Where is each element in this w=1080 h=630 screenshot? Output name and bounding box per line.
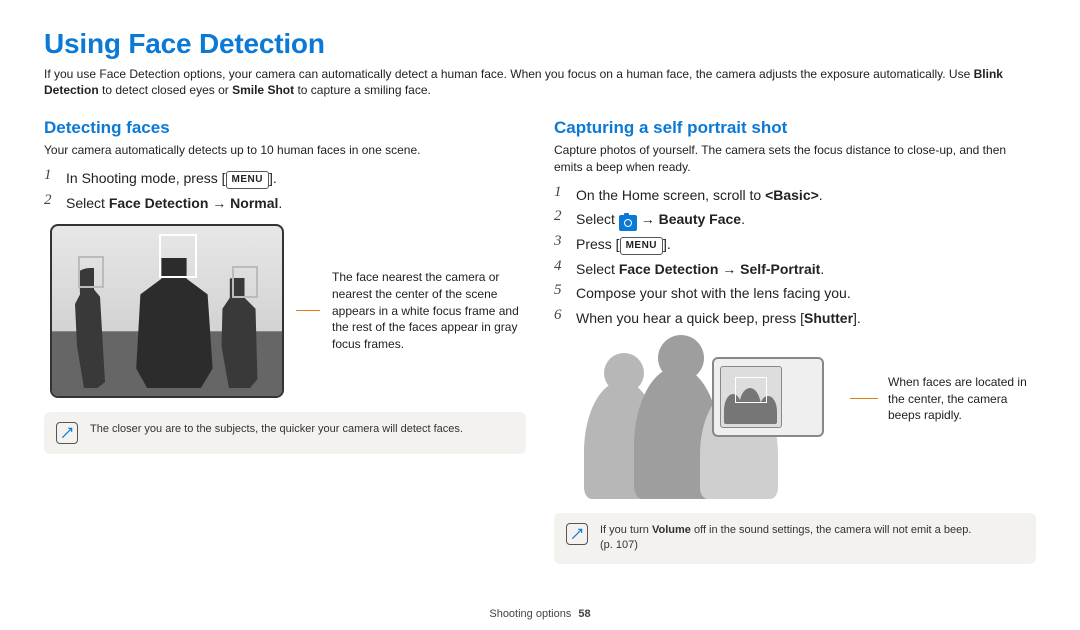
step-bold: Beauty Face [659, 211, 741, 227]
left-step-2: 2 Select Face Detection → Normal. [44, 192, 526, 214]
left-tip-text: The closer you are to the subjects, the … [90, 422, 463, 437]
tip-post: off in the sound settings, the camera wi… [691, 524, 971, 536]
note-icon [566, 523, 588, 545]
left-column: Detecting faces Your camera automaticall… [44, 118, 526, 563]
selfie-illustration [580, 339, 840, 499]
left-figure: The face nearest the camera or nearest t… [50, 224, 526, 398]
step-text: In Shooting mode, press [ [66, 170, 226, 186]
self-portrait-desc: Capture photos of yourself. The camera s… [554, 142, 1036, 176]
step-text-post: ]. [269, 170, 277, 186]
focus-frame-white [159, 234, 197, 278]
camera-screen [720, 366, 782, 428]
page-footer: Shooting options 58 [0, 608, 1080, 620]
self-portrait-heading: Capturing a self portrait shot [554, 118, 1036, 138]
right-tip: If you turn Volume off in the sound sett… [554, 513, 1036, 564]
detecting-faces-heading: Detecting faces [44, 118, 526, 138]
intro-pre: If you use Face Detection options, your … [44, 67, 974, 81]
right-step-5: 5 Compose your shot with the lens facing… [554, 282, 1036, 304]
step-number: 6 [554, 307, 576, 324]
step-text-post: . [820, 261, 824, 277]
right-figure: When faces are located in the center, th… [580, 339, 1036, 499]
tip-bold: Volume [652, 524, 691, 536]
step-number: 1 [554, 184, 576, 201]
focus-frame-white [735, 377, 767, 403]
step-text: Compose your shot with the lens facing y… [576, 282, 851, 304]
intro-post: to capture a smiling face. [294, 83, 431, 97]
page-title: Using Face Detection [44, 28, 1036, 60]
menu-button-icon: MENU [226, 171, 269, 189]
footer-section: Shooting options [489, 608, 571, 620]
step-text: Select [66, 195, 109, 211]
footer-page-number: 58 [578, 608, 590, 620]
viewfinder-illustration [50, 224, 284, 398]
detecting-faces-desc: Your camera automatically detects up to … [44, 142, 526, 159]
intro-bold2: Smile Shot [232, 83, 294, 97]
step-number: 5 [554, 282, 576, 299]
note-icon [56, 422, 78, 444]
step-text-post: . [741, 211, 745, 227]
intro-mid: to detect closed eyes or [99, 83, 232, 97]
right-step-4: 4 Select Face Detection → Self-Portrait. [554, 258, 1036, 280]
left-tip: The closer you are to the subjects, the … [44, 412, 526, 454]
camera-mode-icon [619, 215, 637, 231]
step-number: 2 [44, 192, 66, 209]
right-step-2: 2 Select → Beauty Face. [554, 208, 1036, 231]
menu-button-icon: MENU [620, 237, 663, 255]
left-callout: The face nearest the camera or nearest t… [332, 269, 526, 353]
left-steps: 1 In Shooting mode, press [MENU]. 2 Sele… [44, 167, 526, 214]
step-text-post: . [278, 195, 282, 211]
step-number: 1 [44, 167, 66, 184]
right-tip-text: If you turn Volume off in the sound sett… [600, 523, 971, 554]
callout-line-icon [296, 310, 320, 311]
camera-rear-illustration [712, 357, 824, 437]
step-bold: Shutter [804, 310, 853, 326]
step-text-post: . [819, 187, 823, 203]
step-number: 3 [554, 233, 576, 250]
step-number: 4 [554, 258, 576, 275]
step-text: Select [576, 261, 619, 277]
step-text-post: ]. [663, 236, 671, 252]
left-step-1: 1 In Shooting mode, press [MENU]. [44, 167, 526, 189]
right-steps: 1 On the Home screen, scroll to <Basic>.… [554, 184, 1036, 329]
focus-frame-gray [78, 256, 104, 288]
step-bold: Face Detection → Normal [109, 195, 279, 211]
tip-ref: (p. 107) [600, 539, 638, 551]
step-text: Select [576, 211, 619, 227]
right-step-1: 1 On the Home screen, scroll to <Basic>. [554, 184, 1036, 206]
right-step-6: 6 When you hear a quick beep, press [Shu… [554, 307, 1036, 329]
step-bold: <Basic> [765, 187, 819, 203]
step-text: On the Home screen, scroll to [576, 187, 765, 203]
step-number: 2 [554, 208, 576, 225]
focus-frame-gray [232, 266, 258, 298]
intro-text: If you use Face Detection options, your … [44, 66, 1036, 98]
step-mid: → [637, 211, 659, 227]
right-step-3: 3 Press [MENU]. [554, 233, 1036, 255]
step-text: Press [ [576, 236, 620, 252]
right-callout: When faces are located in the center, th… [888, 374, 1036, 424]
callout-line-icon [850, 398, 878, 399]
step-bold: Face Detection → Self-Portrait [619, 261, 821, 277]
step-text: When you hear a quick beep, press [ [576, 310, 804, 326]
right-column: Capturing a self portrait shot Capture p… [554, 118, 1036, 563]
tip-pre: If you turn [600, 524, 652, 536]
step-text-post: ]. [853, 310, 861, 326]
